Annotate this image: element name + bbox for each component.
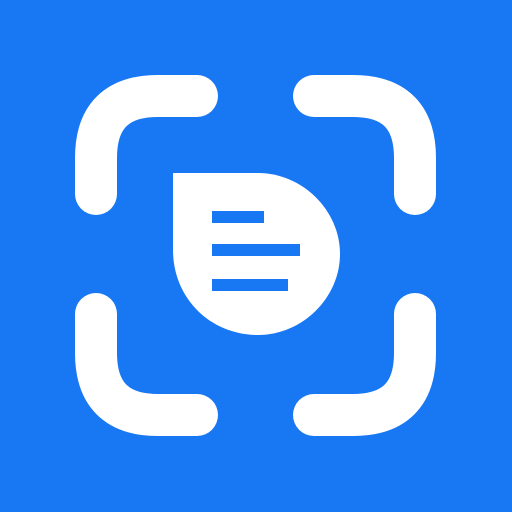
text-line-3	[212, 279, 288, 291]
corner-bracket-top-right	[293, 75, 436, 215]
document-scan-icon	[75, 75, 436, 436]
corner-bracket-bottom-right	[293, 293, 436, 436]
text-line-2	[212, 244, 300, 256]
text-line-1	[212, 211, 264, 223]
app-icon	[0, 0, 512, 512]
corner-bracket-bottom-left	[75, 293, 218, 436]
